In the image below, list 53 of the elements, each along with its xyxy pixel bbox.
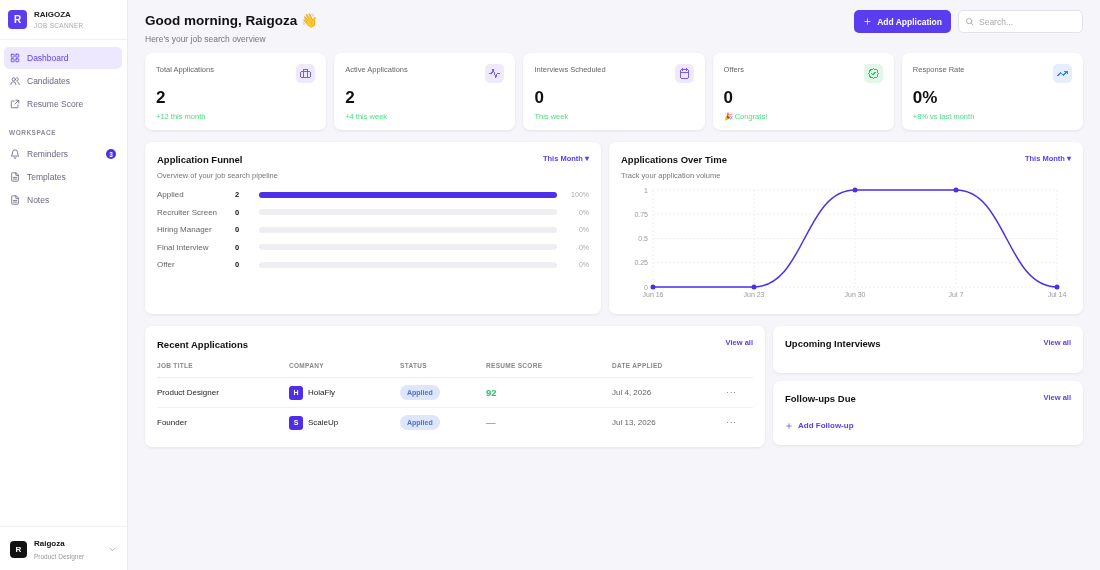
company-name: HolaFly [308, 388, 336, 397]
nav-item[interactable]: Notes [4, 189, 122, 211]
more-menu-button[interactable]: ··· [726, 388, 737, 397]
bell-icon [10, 149, 20, 159]
stat-value: 2 [345, 88, 356, 108]
nav-item[interactable]: Resume Score [4, 93, 122, 115]
data-point [852, 187, 858, 193]
add-application-button[interactable]: Add Application [854, 10, 951, 33]
stage-label: Offer [157, 260, 176, 269]
data-point [953, 187, 959, 193]
stage-label: Final Interview [157, 242, 210, 252]
page-subtitle: Here's your job search overview [145, 34, 267, 44]
date-applied: Jul 4, 2026 [612, 388, 652, 397]
nav-item[interactable]: Dashboard [4, 47, 122, 69]
document-icon [10, 195, 20, 205]
nav-item[interactable]: Templates [4, 166, 122, 188]
card-title: Recent Applications [157, 339, 248, 350]
data-point [650, 284, 656, 290]
app-logo: R [8, 10, 27, 29]
document-icon [10, 172, 20, 182]
brand-name: RAIGOZA [34, 10, 72, 19]
company-name: ScaleUp [308, 418, 339, 427]
job-title: Founder [157, 418, 187, 427]
user-avatar: R [10, 541, 27, 558]
plus-icon [785, 421, 793, 430]
add-follow-up-button[interactable]: Add Follow-up [785, 421, 854, 430]
more-menu-button[interactable]: ··· [726, 418, 737, 427]
dashboard-grid-icon [10, 53, 20, 63]
stat-value: 2 [156, 88, 167, 108]
page-title: Good morning, Raigoza 👋 [145, 12, 318, 28]
stat-value: 0% [912, 88, 939, 108]
job-title: Product Designer [157, 388, 219, 397]
nav-item[interactable]: Candidates [4, 70, 122, 92]
data-point [751, 284, 757, 290]
people-icon [10, 76, 20, 86]
chevron-down-icon [108, 545, 117, 554]
date-applied: Jul 13, 2026 [612, 418, 656, 427]
stage-label: Recruiter Screen [157, 207, 219, 217]
search-field[interactable]: Search... [958, 10, 1083, 33]
plus-icon [863, 17, 873, 26]
stat-value: 0 [723, 88, 735, 108]
card-title: Application Funnel [157, 154, 244, 165]
resume-score: 92 [486, 386, 497, 399]
user-name: Raigoza [34, 539, 66, 548]
stage-label: Hiring Manager [157, 225, 213, 234]
card-title: Applications Over Time [621, 154, 727, 165]
stat-value: 0 [534, 88, 545, 108]
data-point [1054, 284, 1060, 290]
external-link-icon [10, 99, 20, 109]
stage-label: Applied [157, 190, 185, 199]
resume-score: — [486, 416, 496, 429]
card-title: Follow-ups Due [785, 393, 856, 404]
card-title: Upcoming Interviews [785, 338, 881, 349]
